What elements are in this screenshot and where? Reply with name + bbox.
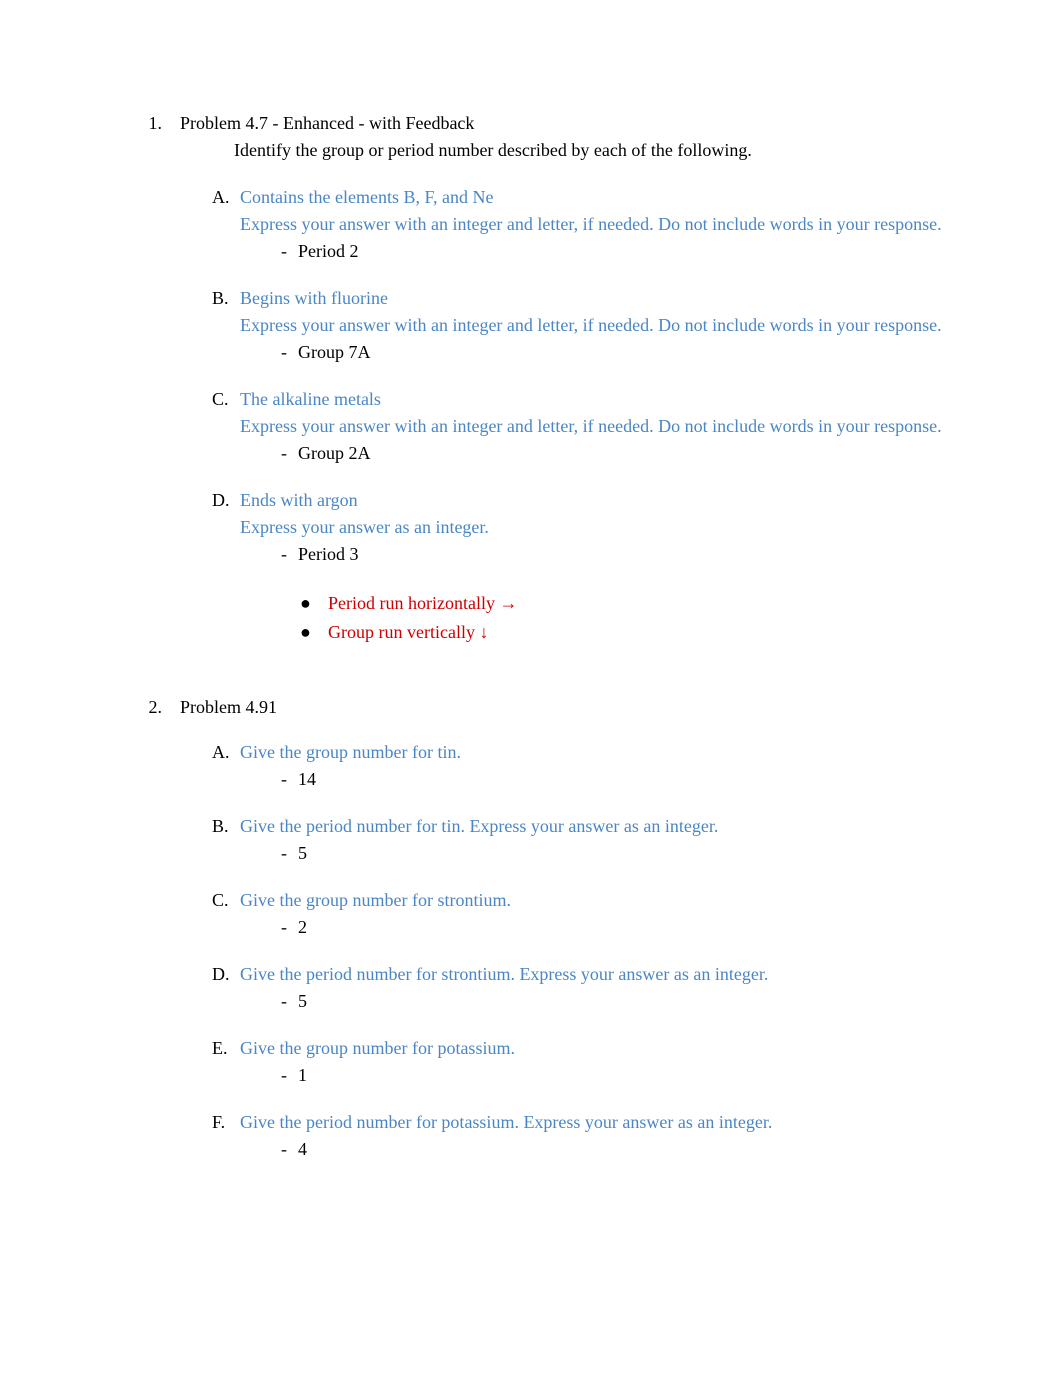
dash-icon: - — [270, 840, 298, 867]
part-prompt: Begins with fluorine — [240, 285, 962, 312]
note-text: Period run horizontally → — [328, 590, 962, 617]
part-item: A. Give the group number for tin. - 14 — [212, 739, 962, 793]
problem-number: 1. — [144, 110, 180, 676]
problem-item: 1. Problem 4.7 - Enhanced - with Feedbac… — [144, 110, 962, 676]
part-marker: A. — [212, 184, 240, 265]
part-marker: D. — [212, 961, 240, 1015]
part-marker: B. — [212, 285, 240, 366]
answer-item: - Group 7A — [270, 339, 962, 366]
dash-icon: - — [270, 238, 298, 265]
note-item: ● Group run vertically ↓ — [300, 619, 962, 646]
answer-item: - 5 — [270, 840, 962, 867]
part-marker: B. — [212, 813, 240, 867]
answer-list: - Period 2 — [240, 238, 962, 265]
part-prompt: Give the period number for potassium. Ex… — [240, 1109, 962, 1136]
dash-icon: - — [270, 339, 298, 366]
problem-title: Problem 4.7 - Enhanced - with Feedback — [180, 110, 962, 137]
answer-text: Period 2 — [298, 238, 962, 265]
answer-text: 1 — [298, 1062, 962, 1089]
part-prompt: Give the period number for tin. Express … — [240, 813, 962, 840]
answer-text: 2 — [298, 914, 962, 941]
answer-list: - Period 3 — [240, 541, 962, 568]
answer-text: 14 — [298, 766, 962, 793]
parts-list: A. Give the group number for tin. - 14 — [180, 739, 962, 1163]
part-prompt: Give the group number for strontium. — [240, 887, 962, 914]
answer-list: - 2 — [240, 914, 962, 941]
bullet-icon: ● — [300, 590, 328, 617]
part-marker: A. — [212, 739, 240, 793]
dash-icon: - — [270, 766, 298, 793]
note-text: Group run vertically ↓ — [328, 619, 962, 646]
part-item: A. Contains the elements B, F, and Ne Ex… — [212, 184, 962, 265]
part-instruction: Express your answer with an integer and … — [240, 413, 962, 440]
answer-list: - 14 — [240, 766, 962, 793]
part-item: C. Give the group number for strontium. … — [212, 887, 962, 941]
notes-list: ● Period run horizontally → ● Group run … — [240, 590, 962, 646]
problem-intro: Identify the group or period number desc… — [180, 137, 962, 164]
answer-item: - 1 — [270, 1062, 962, 1089]
part-prompt: Ends with argon — [240, 487, 962, 514]
answer-text: Group 7A — [298, 339, 962, 366]
answer-text: 5 — [298, 988, 962, 1015]
part-marker: D. — [212, 487, 240, 648]
dash-icon: - — [270, 440, 298, 467]
problem-number: 2. — [144, 694, 180, 1183]
dash-icon: - — [270, 1062, 298, 1089]
part-marker: E. — [212, 1035, 240, 1089]
part-prompt: The alkaline metals — [240, 386, 962, 413]
part-prompt: Give the group number for tin. — [240, 739, 962, 766]
part-item: C. The alkaline metals Express your answ… — [212, 386, 962, 467]
answer-item: - 14 — [270, 766, 962, 793]
part-instruction: Express your answer with an integer and … — [240, 312, 962, 339]
part-item: B. Begins with fluorine Express your ans… — [212, 285, 962, 366]
part-prompt: Give the period number for strontium. Ex… — [240, 961, 962, 988]
answer-text: 5 — [298, 840, 962, 867]
part-item: D. Ends with argon Express your answer a… — [212, 487, 962, 648]
dash-icon: - — [270, 914, 298, 941]
parts-list: A. Contains the elements B, F, and Ne Ex… — [180, 184, 962, 648]
problem-item: 2. Problem 4.91 A. Give the group number… — [144, 694, 962, 1183]
part-prompt: Contains the elements B, F, and Ne — [240, 184, 962, 211]
part-item: E. Give the group number for potassium. … — [212, 1035, 962, 1089]
answer-text: 4 — [298, 1136, 962, 1163]
answer-list: - 5 — [240, 988, 962, 1015]
part-instruction: Express your answer as an integer. — [240, 514, 962, 541]
dash-icon: - — [270, 988, 298, 1015]
part-prompt: Give the group number for potassium. — [240, 1035, 962, 1062]
answer-list: - 5 — [240, 840, 962, 867]
part-marker: C. — [212, 887, 240, 941]
answer-text: Group 2A — [298, 440, 962, 467]
part-item: D. Give the period number for strontium.… — [212, 961, 962, 1015]
answer-text: Period 3 — [298, 541, 962, 568]
answer-item: - 2 — [270, 914, 962, 941]
answer-list: - 1 — [240, 1062, 962, 1089]
part-marker: F. — [212, 1109, 240, 1163]
answer-list: - 4 — [240, 1136, 962, 1163]
bullet-icon: ● — [300, 619, 328, 646]
answer-item: - Period 2 — [270, 238, 962, 265]
part-item: F. Give the period number for potassium.… — [212, 1109, 962, 1163]
answer-item: - Period 3 — [270, 541, 962, 568]
problem-list: 1. Problem 4.7 - Enhanced - with Feedbac… — [144, 110, 962, 1183]
part-instruction: Express your answer with an integer and … — [240, 211, 962, 238]
answer-item: - 5 — [270, 988, 962, 1015]
answer-list: - Group 7A — [240, 339, 962, 366]
answer-list: - Group 2A — [240, 440, 962, 467]
note-item: ● Period run horizontally → — [300, 590, 962, 617]
dash-icon: - — [270, 541, 298, 568]
answer-item: - Group 2A — [270, 440, 962, 467]
answer-item: - 4 — [270, 1136, 962, 1163]
part-marker: C. — [212, 386, 240, 467]
problem-title: Problem 4.91 — [180, 694, 962, 721]
part-item: B. Give the period number for tin. Expre… — [212, 813, 962, 867]
dash-icon: - — [270, 1136, 298, 1163]
